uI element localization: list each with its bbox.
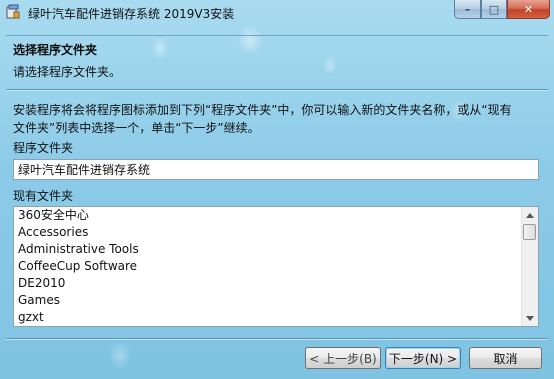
list-item[interactable]: Accessories [14, 224, 524, 241]
maximize-button[interactable]: □ [481, 0, 507, 19]
scrollbar-thumb[interactable] [523, 224, 536, 240]
existing-folders-label: 现有文件夹 [13, 189, 74, 203]
list-item[interactable]: CoffeeCup Software [14, 258, 524, 275]
existing-folders-list[interactable]: 360安全中心 Accessories Administrative Tools… [13, 206, 539, 327]
scroll-down-arrow-icon[interactable] [522, 310, 538, 326]
list-item[interactable]: DE2010 [14, 275, 524, 292]
header-divider [6, 35, 548, 36]
back-button[interactable]: < 上一步(B) [305, 347, 381, 369]
instruction-line-1: 安装程序将会将程序图标添加到下列“程序文件夹”中，你可以输入新的文件夹名称，或从… [13, 103, 512, 117]
instruction-text: 安装程序将会将程序图标添加到下列“程序文件夹”中，你可以输入新的文件夹名称，或从… [13, 101, 533, 137]
window-title: 绿叶汽车配件进销存系统 2019V3安装 [28, 7, 235, 21]
page-heading: 选择程序文件夹 [13, 43, 98, 57]
instruction-line-2: 文件夹”列表中选择一个，单击“下一步”继续。 [13, 121, 260, 135]
list-item[interactable]: gzxt [14, 309, 524, 326]
existing-folders-items: 360安全中心 Accessories Administrative Tools… [14, 207, 524, 326]
title-bar: 绿叶汽车配件进销存系统 2019V3安装 – □ ✕ [0, 0, 554, 26]
header-bottom-divider-highlight [6, 90, 548, 91]
close-icon: ✕ [523, 2, 534, 16]
maximize-icon: □ [488, 2, 500, 16]
scroll-up-arrow-icon[interactable] [522, 207, 538, 223]
footer-divider-highlight [6, 339, 548, 340]
vertical-scrollbar[interactable] [521, 207, 538, 326]
installer-window: 绿叶汽车配件进销存系统 2019V3安装 – □ ✕ 选择程序文件夹 请选择程序… [0, 0, 554, 379]
installer-icon [5, 4, 21, 20]
close-button[interactable]: ✕ [507, 0, 550, 19]
program-folder-label: 程序文件夹 [13, 141, 74, 155]
page-subheading: 请选择程序文件夹。 [13, 65, 122, 79]
minimize-button[interactable]: – [454, 0, 481, 19]
program-folder-input[interactable] [13, 159, 539, 180]
list-item[interactable]: Administrative Tools [14, 241, 524, 258]
minimize-icon: – [464, 2, 471, 16]
cancel-button[interactable]: 取消 [469, 347, 542, 369]
list-item[interactable]: Games [14, 292, 524, 309]
list-item[interactable]: 360安全中心 [14, 207, 524, 224]
next-button[interactable]: 下一步(N) > [385, 347, 461, 369]
